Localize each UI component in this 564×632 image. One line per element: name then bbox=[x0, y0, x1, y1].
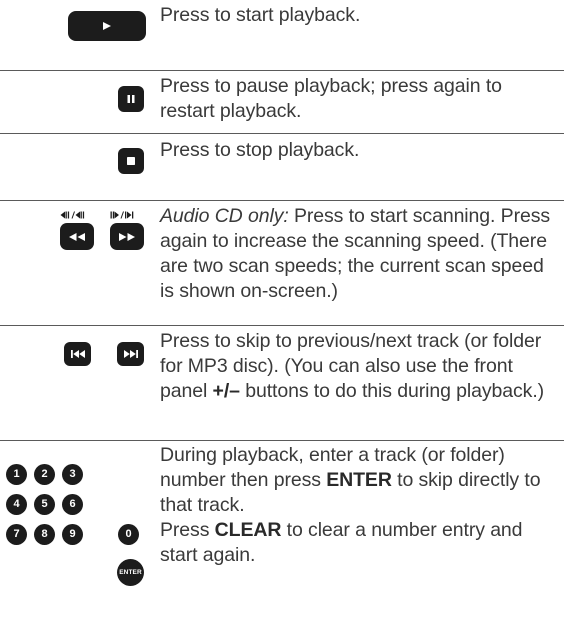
slow-forward-scan-icon bbox=[110, 211, 134, 219]
rewind-icon bbox=[69, 232, 85, 241]
number-row: 1 2 3 4 5 6 7 8 9 0 ENTER During playbac… bbox=[0, 441, 564, 632]
previous-track-icon bbox=[70, 350, 85, 358]
number-key-8[interactable]: 8 bbox=[34, 524, 55, 545]
scan-description-italic: Audio CD only: bbox=[160, 205, 289, 227]
number-key-3[interactable]: 3 bbox=[62, 464, 83, 485]
play-button[interactable] bbox=[68, 11, 146, 41]
number-key-5[interactable]: 5 bbox=[34, 494, 55, 515]
fast-forward-icon bbox=[119, 232, 135, 241]
stop-row: Press to stop playback. bbox=[0, 134, 564, 200]
next-track-button[interactable] bbox=[117, 342, 144, 366]
scan-row: Audio CD only: Press to start scanning. … bbox=[0, 201, 564, 325]
slow-reverse-scan-icon bbox=[60, 211, 85, 219]
number-key-7[interactable]: 7 bbox=[6, 524, 27, 545]
skip-description-text-end: buttons to do this during playback.) bbox=[239, 380, 545, 402]
stop-icon bbox=[127, 157, 135, 165]
clear-label: CLEAR bbox=[214, 519, 282, 541]
stop-description: Press to stop playback. bbox=[160, 139, 360, 161]
number-key-4[interactable]: 4 bbox=[6, 494, 27, 515]
next-track-icon bbox=[123, 350, 138, 358]
play-row: Press to start playback. bbox=[0, 0, 564, 70]
play-icon bbox=[103, 22, 111, 30]
number-key-1[interactable]: 1 bbox=[6, 464, 27, 485]
number-key-6[interactable]: 6 bbox=[62, 494, 83, 515]
stop-button[interactable] bbox=[118, 148, 144, 174]
previous-track-button[interactable] bbox=[64, 342, 91, 366]
plus-minus-label: +/– bbox=[212, 380, 240, 402]
pause-button[interactable] bbox=[118, 86, 144, 112]
fast-forward-button[interactable] bbox=[110, 223, 144, 250]
enter-key[interactable]: ENTER bbox=[117, 559, 144, 586]
number-key-9[interactable]: 9 bbox=[62, 524, 83, 545]
rewind-button[interactable] bbox=[60, 223, 94, 250]
pause-row: Press to pause playback; press again to … bbox=[0, 71, 564, 133]
pause-icon bbox=[127, 95, 135, 103]
skip-description: Press to skip to previous/next track (or… bbox=[160, 329, 555, 404]
enter-label: ENTER bbox=[326, 469, 392, 491]
number-description-paragraph-2: Press CLEAR to clear a number entry and … bbox=[160, 518, 555, 568]
number-description-paragraph-1: During playback, enter a track (or folde… bbox=[160, 443, 555, 518]
number-key-2[interactable]: 2 bbox=[34, 464, 55, 485]
skip-row: Press to skip to previous/next track (or… bbox=[0, 326, 564, 440]
number-description: During playback, enter a track (or folde… bbox=[160, 443, 555, 568]
pause-description: Press to pause playback; press again to … bbox=[160, 75, 502, 122]
scan-description: Audio CD only: Press to start scanning. … bbox=[160, 204, 555, 304]
play-description: Press to start playback. bbox=[160, 4, 361, 26]
number-key-0[interactable]: 0 bbox=[118, 524, 139, 545]
clear-description-text: Press bbox=[160, 519, 215, 541]
